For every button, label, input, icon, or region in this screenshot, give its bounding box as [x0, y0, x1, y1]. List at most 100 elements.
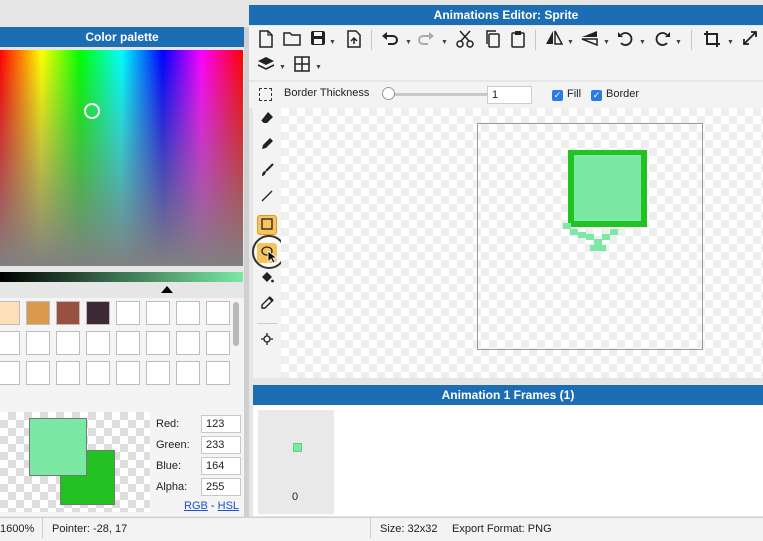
undo-icon[interactable]: [381, 30, 399, 48]
swatch-7[interactable]: [176, 301, 200, 325]
border-thickness-slider[interactable]: [382, 87, 395, 100]
crop-icon[interactable]: [703, 30, 721, 48]
undo-dropdown-caret[interactable]: ▼: [405, 39, 412, 46]
rotate-right-dropdown-caret[interactable]: ▼: [675, 39, 682, 46]
window-title: Animations Editor: Sprite: [249, 5, 763, 25]
frames-header: Animation 1 Frames (1): [253, 385, 763, 405]
swatch-22[interactable]: [146, 361, 170, 385]
move-anchor-icon[interactable]: [257, 332, 277, 352]
export-icon[interactable]: [345, 30, 363, 48]
border-thickness-input[interactable]: 1: [487, 86, 532, 104]
swatch-16[interactable]: [206, 331, 230, 355]
brush-icon[interactable]: [257, 163, 277, 183]
color-spectrum[interactable]: [0, 50, 243, 266]
swatch-4[interactable]: [86, 301, 110, 325]
fullscreen-icon[interactable]: [741, 30, 759, 48]
pixel-stroke: [598, 245, 606, 251]
flip-vertical-icon[interactable]: [581, 30, 599, 48]
copy-icon[interactable]: [483, 30, 501, 48]
main-toolbar: ▼ ▼ ▼ ▼ ▼ ▼ ▼ ▼ ▼ ▼: [249, 26, 763, 80]
luminance-bar[interactable]: [0, 272, 243, 282]
swatch-11[interactable]: [56, 331, 80, 355]
green-label: Green:: [156, 439, 190, 451]
spectrum-cursor[interactable]: [84, 103, 100, 119]
swatch-2[interactable]: [26, 301, 50, 325]
mouse-pointer-icon: [267, 250, 279, 267]
frame-label: 0: [292, 491, 299, 503]
swatch-14[interactable]: [146, 331, 170, 355]
pixel-stroke: [586, 234, 594, 240]
redo-dropdown-caret[interactable]: ▼: [441, 39, 448, 46]
export-format: Export Format: PNG: [452, 523, 552, 535]
flip-h-dropdown-caret[interactable]: ▼: [567, 39, 574, 46]
swatch-9[interactable]: [0, 331, 20, 355]
rectangle-tool-icon[interactable]: [257, 215, 277, 235]
swatch-24[interactable]: [206, 361, 230, 385]
pointer-coordinates: Pointer: -28, 17: [52, 523, 128, 535]
foreground-color-swatch[interactable]: [29, 418, 87, 476]
grid-dropdown-caret[interactable]: ▼: [315, 64, 322, 71]
open-folder-icon[interactable]: [283, 30, 301, 48]
line-icon[interactable]: [257, 189, 277, 209]
pixel-stroke: [578, 232, 586, 238]
swatch-21[interactable]: [116, 361, 140, 385]
sprite-size: Size: 32x32: [380, 523, 438, 535]
hsl-mode-link[interactable]: HSL: [218, 500, 239, 512]
tools-separator: [257, 323, 277, 324]
swatch-23[interactable]: [176, 361, 200, 385]
layers-icon[interactable]: [257, 56, 275, 74]
blue-input[interactable]: 164: [201, 457, 241, 475]
swatch-6[interactable]: [146, 301, 170, 325]
zoom-level: 1600%: [0, 523, 35, 535]
swatch-8[interactable]: [206, 301, 230, 325]
rotate-right-icon[interactable]: [653, 30, 671, 48]
cut-icon[interactable]: [456, 30, 474, 48]
swatch-15[interactable]: [176, 331, 200, 355]
grid-icon[interactable]: [293, 56, 311, 74]
pixel-stroke: [590, 245, 598, 251]
rotate-left-dropdown-caret[interactable]: ▼: [639, 39, 646, 46]
swatch-20[interactable]: [86, 361, 110, 385]
swatch-5[interactable]: [116, 301, 140, 325]
luminance-slider-arrow[interactable]: [161, 286, 173, 293]
toolbar-separator-2: [535, 30, 536, 50]
swatch-10[interactable]: [26, 331, 50, 355]
save-icon[interactable]: [309, 30, 327, 48]
rgb-mode-link[interactable]: RGB: [184, 500, 208, 512]
redo-icon[interactable]: [417, 30, 435, 48]
fill-bucket-icon[interactable]: [257, 270, 277, 290]
selection-icon[interactable]: [259, 88, 272, 101]
fill-checkbox[interactable]: ✓ Fill: [552, 88, 581, 101]
border-checkbox[interactable]: ✓ Border: [591, 88, 639, 101]
save-dropdown-caret[interactable]: ▼: [329, 39, 336, 46]
check-icon: ✓: [591, 90, 602, 101]
toolbar-separator: [371, 30, 372, 50]
rotate-left-icon[interactable]: [617, 30, 635, 48]
pixel-stroke: [602, 234, 610, 240]
swatch-scrollbar[interactable]: [233, 302, 239, 346]
flip-horizontal-icon[interactable]: [545, 30, 564, 48]
swatch-1[interactable]: [0, 301, 20, 325]
toolbar-separator-3: [691, 30, 692, 50]
red-label: Red:: [156, 418, 180, 430]
layers-dropdown-caret[interactable]: ▼: [279, 64, 286, 71]
new-file-icon[interactable]: [257, 30, 275, 48]
green-input[interactable]: 233: [201, 436, 241, 454]
eraser-icon[interactable]: [257, 111, 277, 131]
flip-v-dropdown-caret[interactable]: ▼: [603, 39, 610, 46]
swatch-18[interactable]: [26, 361, 50, 385]
swatch-19[interactable]: [56, 361, 80, 385]
eyedropper-icon[interactable]: [257, 296, 277, 316]
frame-preview-sprite: [293, 443, 302, 452]
crop-dropdown-caret[interactable]: ▼: [727, 39, 734, 46]
border-thickness-track[interactable]: [385, 93, 489, 96]
swatch-3[interactable]: [56, 301, 80, 325]
swatch-13[interactable]: [116, 331, 140, 355]
pencil-icon[interactable]: [257, 137, 277, 157]
swatch-17[interactable]: [0, 361, 20, 385]
paste-icon[interactable]: [509, 30, 527, 48]
tool-options-bar: Border Thickness 1 ✓ Fill ✓ Border: [249, 82, 763, 108]
alpha-input[interactable]: 255: [201, 478, 241, 496]
swatch-12[interactable]: [86, 331, 110, 355]
red-input[interactable]: 123: [201, 415, 241, 433]
